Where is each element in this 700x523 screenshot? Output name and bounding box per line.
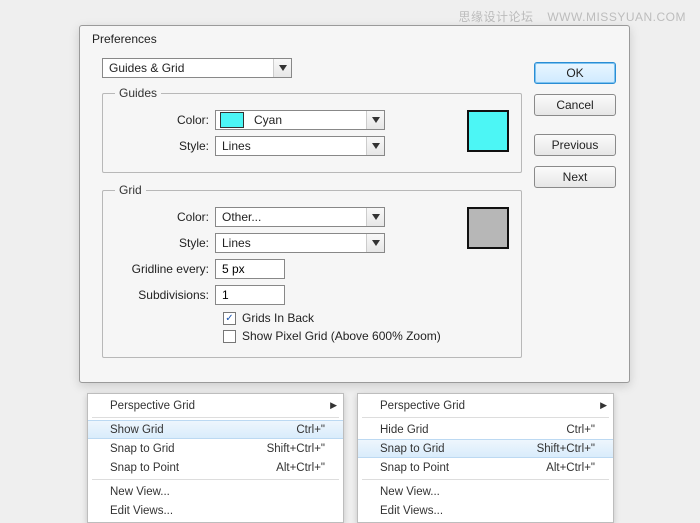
guides-style-combo[interactable]: Lines bbox=[215, 136, 385, 156]
submenu-arrow-icon: ▶ bbox=[330, 400, 337, 411]
grid-color-value: Other... bbox=[216, 210, 366, 224]
cancel-button[interactable]: Cancel bbox=[534, 94, 616, 116]
menu-item-shortcut: Alt+Ctrl+" bbox=[546, 462, 595, 474]
preferences-dialog: Preferences Guides & Grid Guides Color: bbox=[79, 25, 630, 383]
menu-item[interactable]: Snap to Point Alt+Ctrl+" bbox=[358, 458, 613, 477]
view-menu-right: Perspective Grid ▶ Hide Grid Ctrl+" Snap t… bbox=[357, 393, 614, 523]
grid-legend: Grid bbox=[115, 183, 146, 197]
menu-item-shortcut: Shift+Ctrl+" bbox=[537, 443, 595, 455]
gridline-every-label: Gridline every: bbox=[115, 262, 215, 276]
grid-style-value: Lines bbox=[216, 236, 366, 250]
grid-color-label: Color: bbox=[115, 210, 215, 224]
grid-color-swatch[interactable] bbox=[467, 207, 509, 249]
guides-group: Guides Color: Cyan Style: bbox=[102, 86, 522, 173]
gridline-every-input[interactable] bbox=[215, 259, 285, 279]
chevron-down-icon bbox=[366, 137, 384, 155]
subdivisions-input[interactable] bbox=[215, 285, 285, 305]
grid-style-label: Style: bbox=[115, 236, 215, 250]
previous-button[interactable]: Previous bbox=[534, 134, 616, 156]
menu-item[interactable]: Show Grid Ctrl+" bbox=[88, 420, 343, 439]
menu-item-label: Edit Views... bbox=[380, 505, 443, 517]
section-combo-value: Guides & Grid bbox=[103, 61, 273, 75]
menu-item-label: Hide Grid bbox=[380, 424, 429, 436]
menu-item-label: Edit Views... bbox=[110, 505, 173, 517]
watermark: 思缘设计论坛 WWW.MISSYUAN.COM bbox=[458, 8, 686, 25]
view-menu-left: Perspective Grid ▶ Show Grid Ctrl+" Snap t… bbox=[87, 393, 344, 523]
menu-item-new-view[interactable]: New View... bbox=[358, 482, 613, 501]
grids-in-back-checkbox[interactable]: ✓ Grids In Back bbox=[223, 311, 509, 325]
show-pixel-grid-label: Show Pixel Grid (Above 600% Zoom) bbox=[242, 329, 441, 343]
guides-color-combo[interactable]: Cyan bbox=[215, 110, 385, 130]
menu-item-edit-views[interactable]: Edit Views... bbox=[358, 501, 613, 520]
guides-style-label: Style: bbox=[115, 139, 215, 153]
guides-legend: Guides bbox=[115, 86, 161, 100]
menu-item-label: Snap to Point bbox=[110, 462, 179, 474]
menu-item-shortcut: Alt+Ctrl+" bbox=[276, 462, 325, 474]
chevron-down-icon bbox=[366, 208, 384, 226]
menu-item-label: Snap to Point bbox=[380, 462, 449, 474]
checkbox-empty-icon bbox=[223, 330, 236, 343]
menu-item[interactable]: Hide Grid Ctrl+" bbox=[358, 420, 613, 439]
guides-color-value: Cyan bbox=[248, 113, 366, 127]
chevron-down-icon bbox=[366, 234, 384, 252]
dialog-title: Preferences bbox=[80, 26, 629, 50]
menu-item-label: Perspective Grid bbox=[380, 400, 465, 412]
menu-item-shortcut: Shift+Ctrl+" bbox=[267, 443, 325, 455]
menu-item-label: New View... bbox=[380, 486, 440, 498]
check-icon: ✓ bbox=[223, 312, 236, 325]
watermark-url: WWW.MISSYUAN.COM bbox=[547, 10, 686, 24]
chevron-down-icon bbox=[273, 59, 291, 77]
menu-item[interactable]: Snap to Grid Shift+Ctrl+" bbox=[358, 439, 613, 458]
show-pixel-grid-checkbox[interactable]: Show Pixel Grid (Above 600% Zoom) bbox=[223, 329, 509, 343]
grids-in-back-label: Grids In Back bbox=[242, 311, 314, 325]
menu-item-perspective-grid[interactable]: Perspective Grid ▶ bbox=[88, 396, 343, 415]
menu-item[interactable]: Snap to Point Alt+Ctrl+" bbox=[88, 458, 343, 477]
menu-item-label: Show Grid bbox=[110, 424, 164, 436]
menu-item-label: Snap to Grid bbox=[110, 443, 175, 455]
ok-button[interactable]: OK bbox=[534, 62, 616, 84]
menu-item-edit-views[interactable]: Edit Views... bbox=[88, 501, 343, 520]
chevron-down-icon bbox=[366, 111, 384, 129]
menu-item-new-view[interactable]: New View... bbox=[88, 482, 343, 501]
menu-item-shortcut: Ctrl+" bbox=[296, 424, 325, 436]
menu-item-label: Perspective Grid bbox=[110, 400, 195, 412]
grid-group: Grid Color: Other... Style: bbox=[102, 183, 522, 358]
subdivisions-label: Subdivisions: bbox=[115, 288, 215, 302]
section-combo[interactable]: Guides & Grid bbox=[102, 58, 292, 78]
separator bbox=[362, 417, 609, 418]
guides-color-label: Color: bbox=[115, 113, 215, 127]
separator bbox=[362, 479, 609, 480]
grid-color-combo[interactable]: Other... bbox=[215, 207, 385, 227]
guides-color-swatch-mini bbox=[220, 112, 244, 128]
menu-item-shortcut: Ctrl+" bbox=[566, 424, 595, 436]
guides-style-value: Lines bbox=[216, 139, 366, 153]
next-button[interactable]: Next bbox=[534, 166, 616, 188]
menu-item-label: New View... bbox=[110, 486, 170, 498]
separator bbox=[92, 417, 339, 418]
grid-style-combo[interactable]: Lines bbox=[215, 233, 385, 253]
guides-color-swatch[interactable] bbox=[467, 110, 509, 152]
separator bbox=[92, 479, 339, 480]
menu-item-label: Snap to Grid bbox=[380, 443, 445, 455]
menu-item-perspective-grid[interactable]: Perspective Grid ▶ bbox=[358, 396, 613, 415]
menu-item[interactable]: Snap to Grid Shift+Ctrl+" bbox=[88, 439, 343, 458]
submenu-arrow-icon: ▶ bbox=[600, 400, 607, 411]
watermark-cn: 思缘设计论坛 bbox=[458, 10, 533, 24]
